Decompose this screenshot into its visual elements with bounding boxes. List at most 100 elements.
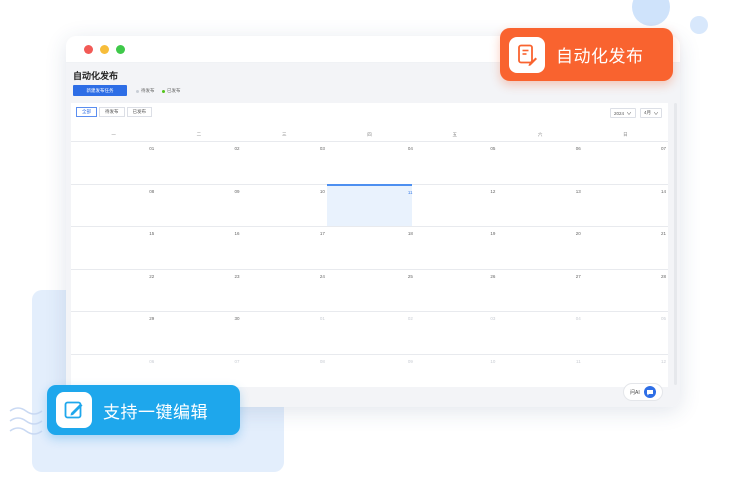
calendar-day[interactable]: 17 (241, 226, 327, 269)
year-value: 2024 (614, 110, 625, 116)
wave-decor-icon (9, 407, 43, 435)
calendar-day[interactable]: 14 (582, 183, 668, 227)
day-number: 10 (490, 358, 496, 364)
day-number: 16 (234, 231, 240, 236)
calendar-day[interactable]: 06 (497, 141, 583, 184)
calendar-day[interactable]: 01 (71, 141, 157, 184)
legend-pending: 待发布 (136, 88, 155, 94)
new-publish-task-button[interactable]: 新建发布任务 (73, 85, 127, 96)
promo-stage: 自动化发布 新建发布任务 待发布 已发布 全部 待发布 已发布 2024 4月 … (0, 0, 737, 494)
day-number: 11 (576, 358, 581, 364)
calendar-day[interactable]: 15 (71, 226, 157, 269)
weekday-mon: 一 (111, 132, 116, 137)
day-number: 08 (149, 188, 155, 194)
one-click-edit-label: 支持一键编辑 (103, 402, 208, 422)
day-number: 23 (234, 273, 240, 279)
day-number: 01 (319, 316, 325, 321)
calendar-day[interactable]: 22 (71, 268, 157, 312)
calendar-day[interactable]: 09 (156, 183, 242, 227)
calendar-day[interactable]: 09 (326, 353, 413, 397)
day-number: 02 (234, 146, 240, 151)
window-maximize-button[interactable] (116, 45, 125, 54)
calendar-day[interactable]: 08 (71, 183, 157, 227)
scrollbar[interactable] (674, 103, 677, 385)
calendar-day[interactable]: 04 (326, 141, 413, 184)
calendar-day[interactable]: 05 (582, 311, 668, 354)
day-number: 03 (319, 146, 325, 151)
filter-tab-all[interactable]: 全部 (76, 107, 97, 117)
calendar-day[interactable]: 11 (497, 353, 583, 397)
filter-tabs: 全部 待发布 已发布 (76, 107, 152, 117)
calendar-panel: 全部 待发布 已发布 2024 4月 一 二 三 四 五 六 日 01 02 0… (71, 103, 668, 387)
year-select[interactable]: 2024 (610, 108, 636, 118)
day-number: 06 (149, 358, 155, 364)
calendar-day[interactable]: 05 (412, 141, 498, 184)
calendar-day[interactable]: 13 (497, 183, 583, 227)
day-number: 07 (660, 146, 666, 151)
day-number: 17 (319, 231, 325, 236)
calendar-day[interactable]: 25 (326, 268, 413, 312)
day-number: 06 (575, 146, 581, 151)
day-number: 08 (319, 358, 325, 364)
weekday-tue: 二 (196, 132, 202, 137)
published-dot-icon (162, 89, 165, 93)
calendar-day-today[interactable]: 11 (326, 183, 413, 226)
day-number: 01 (149, 146, 155, 151)
ask-ai-button[interactable]: 问AI (623, 383, 663, 401)
edit-pencil-icon (56, 392, 92, 428)
calendar-day[interactable]: 03 (412, 311, 498, 354)
calendar-day[interactable]: 30 (156, 311, 242, 354)
calendar-day[interactable]: 10 (241, 183, 327, 227)
day-number: 21 (660, 231, 666, 236)
day-number: 05 (490, 146, 496, 151)
calendar-day[interactable]: 24 (241, 268, 327, 312)
calendar-grid: 一 二 三 四 五 六 日 01 02 03 04 05 06 07 08 09 10 11 12 13… (71, 129, 668, 396)
calendar-day[interactable]: 23 (156, 268, 242, 312)
filter-tab-pending[interactable]: 待发布 (99, 107, 125, 117)
date-selects: 2024 4月 (610, 108, 662, 118)
chat-bubble-icon (643, 386, 656, 398)
window-minimize-button[interactable] (100, 45, 109, 54)
legend-published-label: 已发布 (167, 88, 181, 93)
calendar-day[interactable]: 10 (412, 353, 498, 397)
day-number: 29 (149, 316, 155, 321)
filter-tab-published[interactable]: 已发布 (126, 107, 152, 117)
day-number: 20 (575, 231, 581, 236)
calendar-day[interactable]: 04 (497, 311, 583, 354)
auto-publish-label: 自动化发布 (556, 47, 644, 66)
weekday-sat: 六 (537, 132, 543, 137)
calendar-day[interactable]: 20 (497, 226, 583, 269)
decor-bubble (632, 0, 670, 26)
calendar-day[interactable]: 02 (326, 311, 413, 354)
month-select[interactable]: 4月 (640, 108, 662, 118)
calendar-day[interactable]: 08 (241, 353, 327, 397)
day-number: 26 (490, 273, 496, 279)
calendar-day[interactable]: 29 (71, 311, 157, 354)
calendar-day[interactable]: 28 (582, 268, 668, 312)
day-number: 22 (149, 273, 155, 279)
calendar-day[interactable]: 27 (497, 268, 583, 312)
weekday-header: 一 二 三 四 五 六 日 (71, 129, 668, 141)
calendar-day[interactable]: 01 (241, 311, 327, 354)
calendar-day[interactable]: 19 (412, 226, 498, 269)
day-number: 30 (234, 316, 240, 321)
one-click-edit-badge: 支持一键编辑 (47, 385, 240, 435)
pending-dot-icon (136, 89, 139, 93)
calendar-day[interactable]: 18 (326, 226, 413, 269)
weekday-thu: 四 (367, 132, 372, 137)
legend-pending-label: 待发布 (141, 88, 155, 93)
calendar-day[interactable]: 26 (412, 268, 498, 312)
calendar-day[interactable]: 21 (582, 226, 668, 269)
day-number: 19 (490, 231, 496, 236)
day-number: 10 (319, 188, 325, 194)
calendar-day[interactable]: 02 (156, 141, 242, 184)
day-number: 07 (234, 358, 240, 364)
day-number: 27 (575, 273, 581, 279)
window-close-button[interactable] (84, 45, 93, 54)
calendar-day[interactable]: 03 (241, 141, 327, 184)
document-pen-icon (509, 36, 545, 73)
day-number: 12 (660, 358, 666, 364)
calendar-day[interactable]: 16 (156, 226, 242, 269)
calendar-day[interactable]: 12 (412, 183, 498, 227)
calendar-day[interactable]: 07 (582, 141, 668, 184)
